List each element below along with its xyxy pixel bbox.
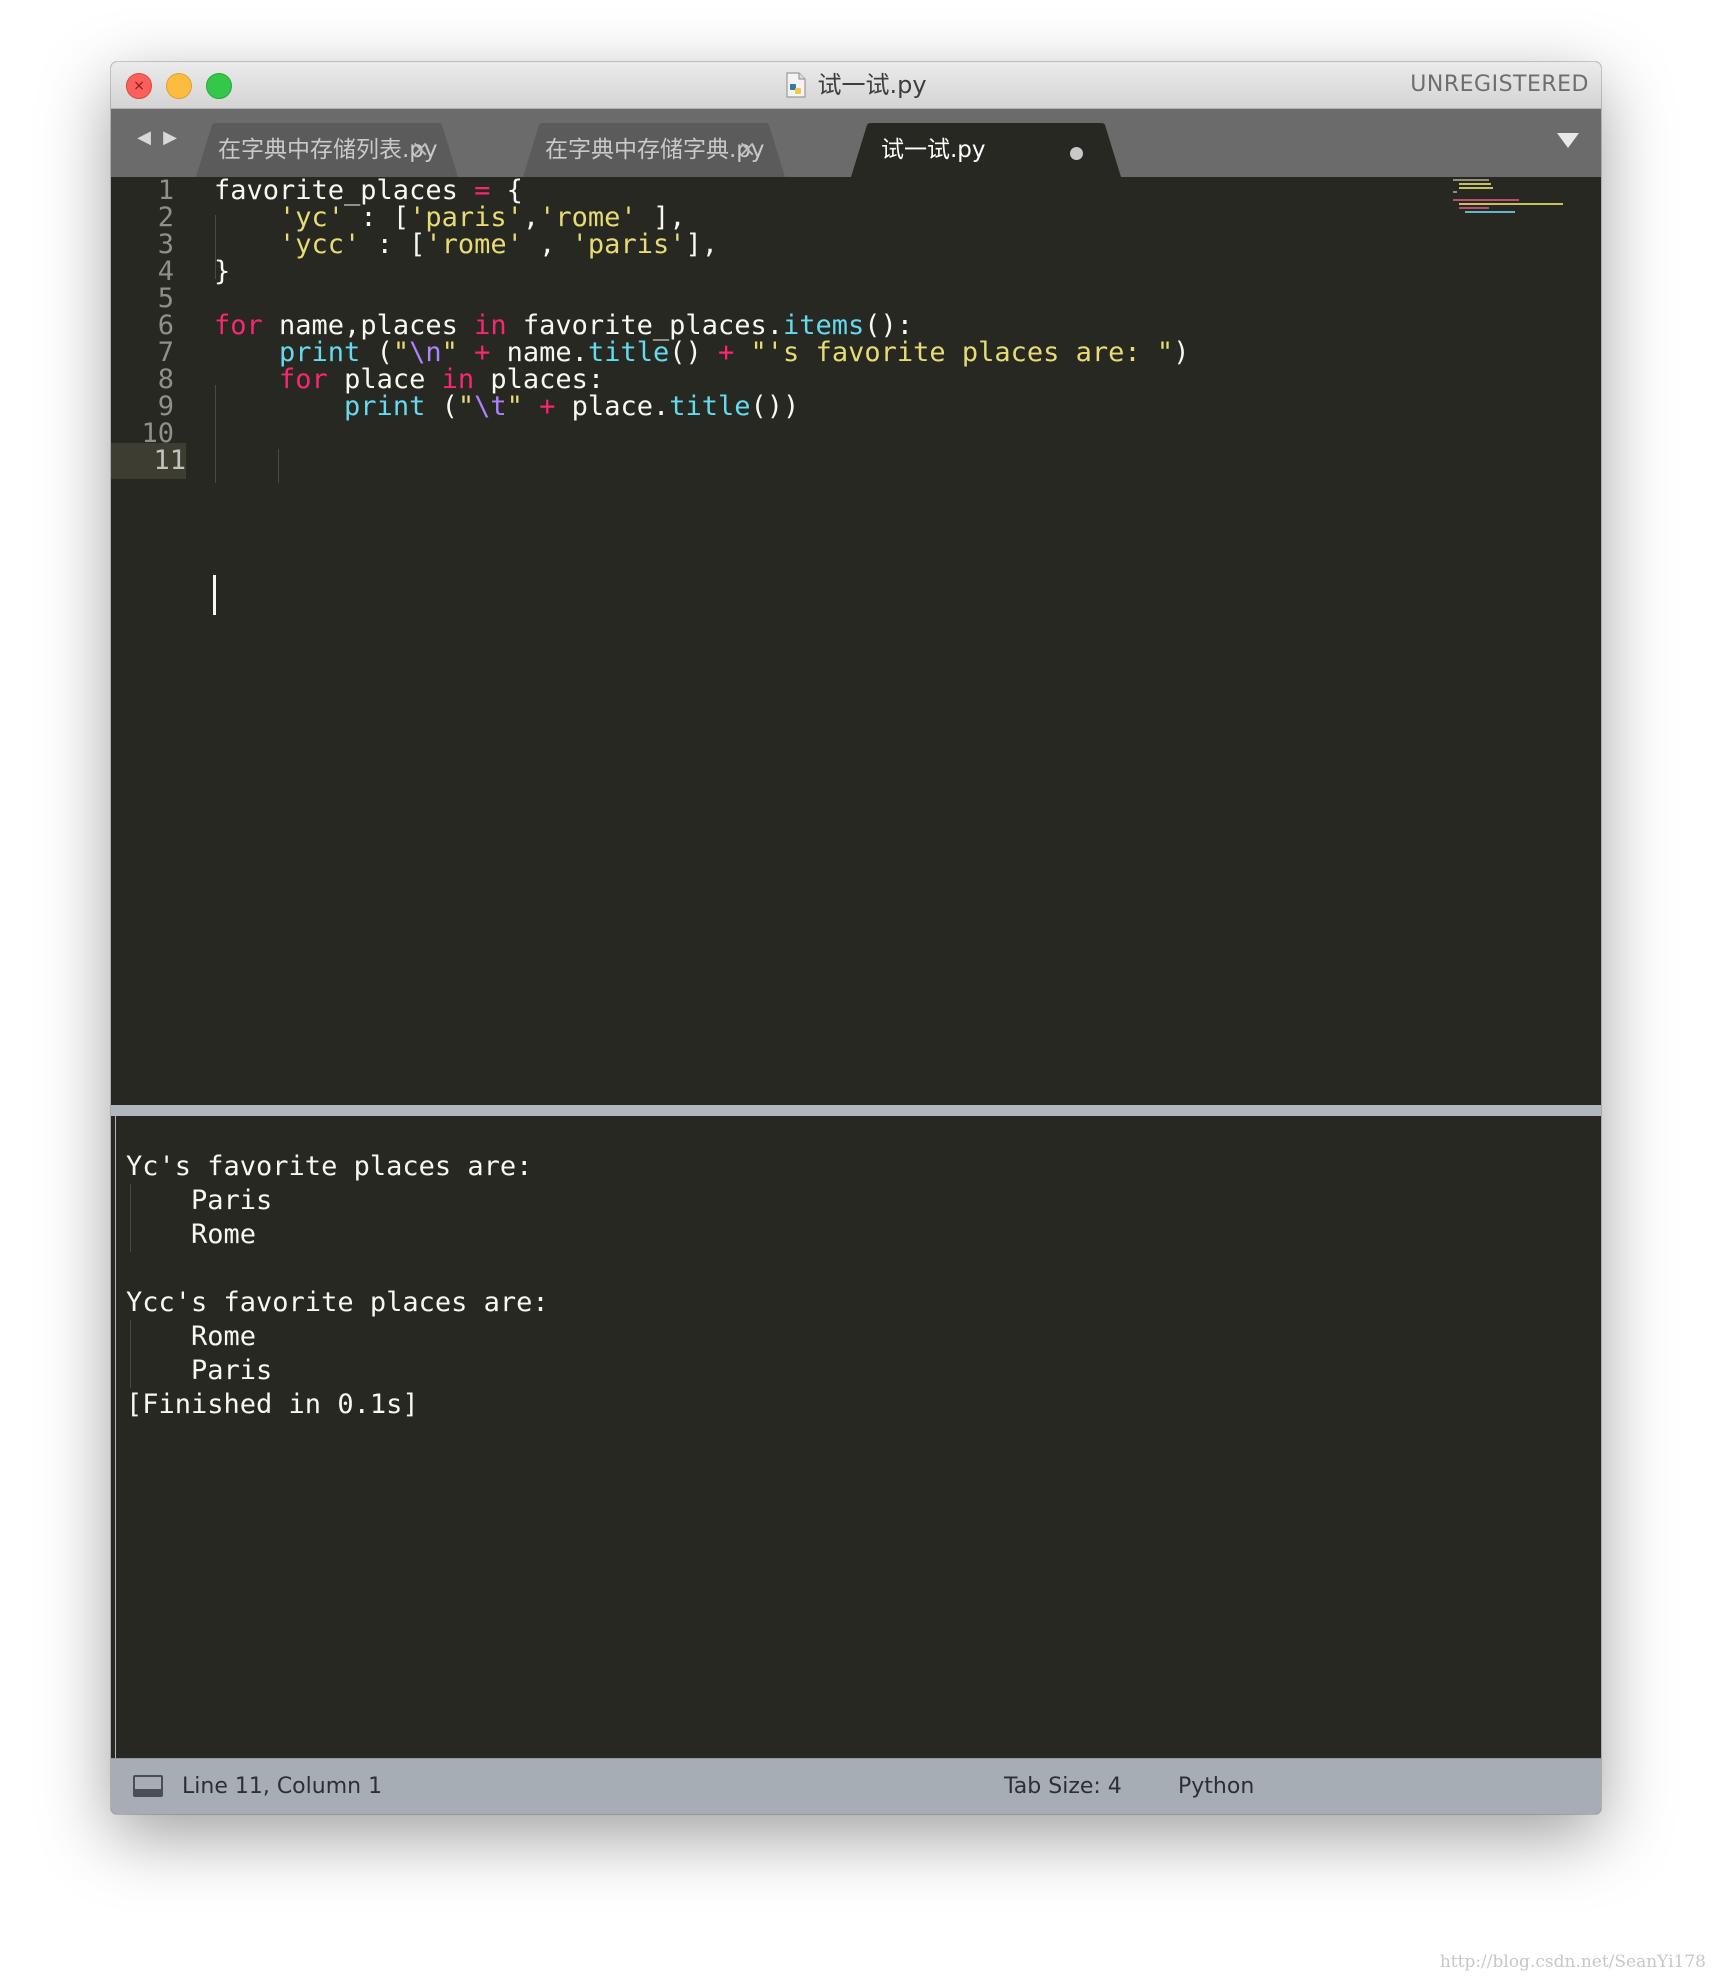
cursor-position: Line 11, Column 1 [182, 1774, 383, 1799]
close-tab-icon[interactable]: × [738, 123, 756, 177]
watermark: http://blog.csdn.net/SeanYi178 [1439, 1952, 1706, 1972]
output-line: Yc's favorite places are: [126, 1151, 533, 1182]
tab-label: 在字典中存储列表.py [218, 137, 438, 163]
code-token: : [ [360, 229, 426, 260]
line-number: 3 [157, 229, 174, 260]
title-bar: × 试一试.py UNREGISTERED [111, 62, 1601, 109]
code-token: " [506, 391, 523, 422]
code-line: for place in places: [214, 366, 604, 393]
code-token: , [522, 229, 572, 260]
forward-arrow-icon[interactable]: ▶ [157, 127, 183, 148]
output-line: Paris [126, 1185, 273, 1216]
line-number: 5 [157, 283, 174, 314]
output-line: Rome [126, 1219, 257, 1250]
code-token: + [718, 337, 735, 368]
code-token: \t [474, 391, 507, 422]
code-line: } [214, 258, 230, 285]
code-token: "'s favorite places are: " [750, 337, 1174, 368]
line-number: 2 [157, 202, 174, 233]
tab-list-dropdown-icon[interactable] [1557, 133, 1579, 148]
indent-guide [215, 385, 216, 483]
output-line: Ycc's favorite places are: [126, 1287, 549, 1318]
code-token: title [669, 391, 751, 422]
code-token: + [539, 391, 556, 422]
tab-bar: ◀ ▶ 在字典中存储列表.py × 在字典中存储字典.py × 试一试.py [111, 109, 1601, 177]
unsaved-dot-icon[interactable] [1070, 147, 1083, 160]
output-line: Rome [126, 1321, 257, 1352]
unregistered-label: UNREGISTERED [1410, 72, 1589, 97]
line-number-gutter: 1 2 3 4 5 6 7 8 9 10 11 [111, 177, 203, 1105]
code-line: print ("\n" + name.title() + "'s favorit… [214, 339, 1189, 366]
tab-store-dict-in-dict[interactable]: 在字典中存储字典.py × [523, 123, 785, 177]
back-arrow-icon[interactable]: ◀ [131, 127, 157, 148]
code-line: for name,places in favorite_places.items… [214, 312, 913, 339]
line-number: 11 [111, 443, 186, 479]
code-line: print ("\t" + place.title()) [214, 393, 799, 420]
code-line: 'ycc' : ['rome' , 'paris'], [214, 231, 718, 258]
build-output-panel: Yc's favorite places are: Paris Rome Ycc'… [115, 1116, 1596, 1814]
code-token: " [457, 391, 475, 422]
code-token: 'paris' [571, 229, 686, 260]
code-token: ()) [750, 391, 800, 422]
code-token: ) [1173, 337, 1190, 368]
code-token: 'rome' [425, 229, 523, 260]
output-line: [Finished in 0.1s] [126, 1389, 419, 1420]
code-token: place. [555, 391, 670, 422]
line-number: 7 [157, 337, 174, 368]
status-bar: Line 11, Column 1 Tab Size: 4 Python [111, 1758, 1601, 1814]
code-token: 'ycc' [279, 229, 361, 260]
text-cursor [213, 575, 216, 615]
tab-label: 试一试.py [881, 137, 986, 163]
code-line: 'yc' : ['paris','rome' ], [214, 204, 685, 231]
code-token: ( [425, 391, 458, 422]
minimap[interactable] [1453, 179, 1573, 219]
code-line: favorite_places = { [214, 177, 523, 204]
code-token: () [669, 337, 719, 368]
output-line: Paris [126, 1355, 273, 1386]
code-editor[interactable]: 1 2 3 4 5 6 7 8 9 10 11 favorite_places = { 'yc' :… [111, 177, 1601, 1105]
code-token: } [214, 256, 231, 287]
tab-store-list-in-dict[interactable]: 在字典中存储列表.py × [196, 123, 458, 177]
panel-toggle-icon[interactable] [133, 1775, 163, 1797]
line-number: 1 [157, 175, 174, 206]
window-title: 试一试.py [817, 71, 927, 99]
indent-guide [215, 215, 216, 279]
line-number: 9 [157, 391, 174, 422]
tab-label: 在字典中存储字典.py [545, 137, 765, 163]
code-token: print [344, 391, 426, 422]
tab-try-it[interactable]: 试一试.py [851, 123, 1121, 177]
syntax-selector[interactable]: Python [1178, 1759, 1254, 1814]
python-file-icon [786, 72, 807, 98]
editor-window: × 试一试.py UNREGISTERED ◀ ▶ 在字典中存储列表.py × 在… [111, 62, 1601, 1814]
line-number: 6 [157, 310, 174, 341]
code-token: ], [685, 229, 718, 260]
tab-size-selector[interactable]: Tab Size: 4 [1004, 1759, 1122, 1814]
panel-divider[interactable] [111, 1105, 1601, 1116]
line-number: 4 [157, 256, 174, 287]
indent-guide [278, 449, 279, 483]
close-tab-icon[interactable]: × [411, 123, 429, 177]
line-number: 8 [157, 364, 174, 395]
